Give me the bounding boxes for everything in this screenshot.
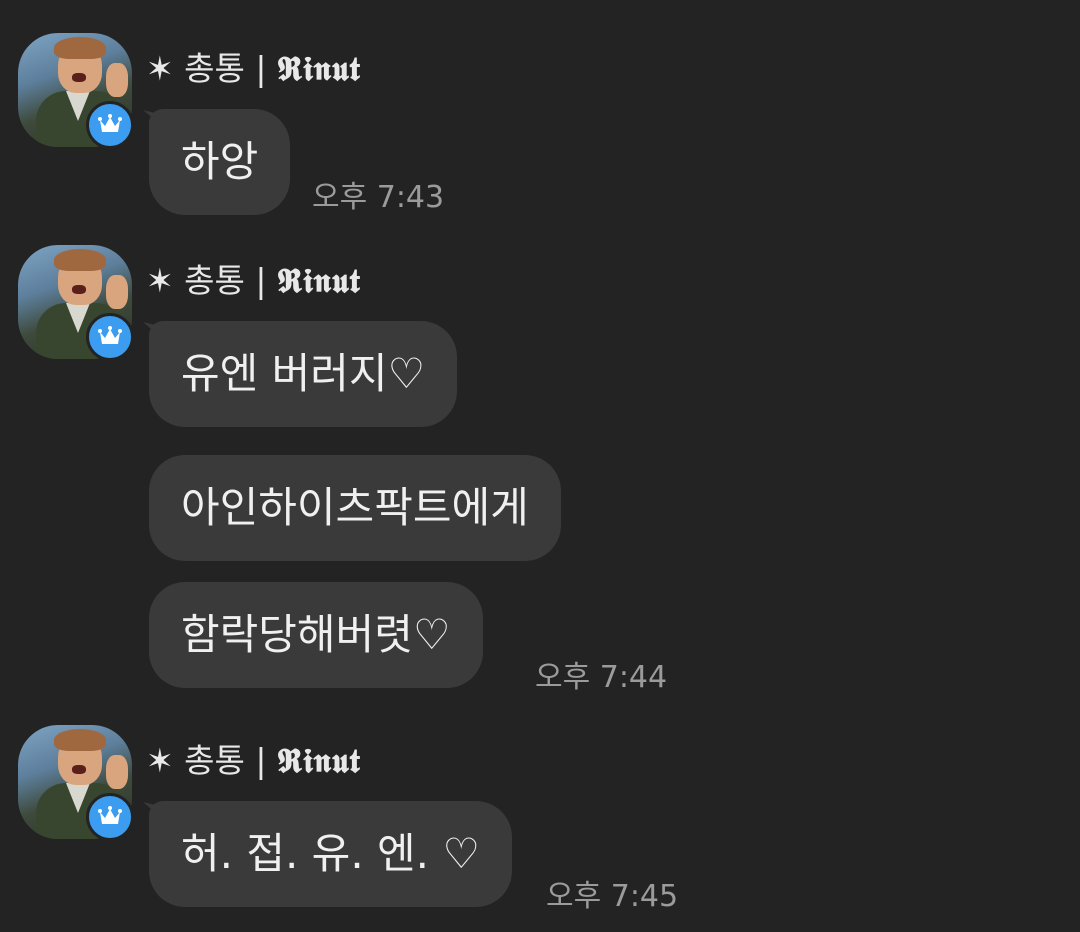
avatar-mouth (72, 765, 86, 774)
crown-icon (98, 806, 122, 824)
sender-name-brand: 𝕽𝖎𝖓𝖚𝖙 (276, 261, 361, 300)
crown-icon (98, 114, 122, 132)
message-bubble[interactable]: 유엔 버러지♡ (149, 321, 458, 427)
sender-name-prefix: ✶ 총통 | (146, 261, 277, 300)
sender-name-prefix: ✶ 총통 | (146, 49, 277, 88)
sender-name-brand: 𝕽𝖎𝖓𝖚𝖙 (276, 49, 361, 88)
crown-badge (86, 793, 134, 841)
avatar-mouth (72, 285, 86, 294)
message-bubble[interactable]: 허. 접. 유. 엔. ♡ (149, 801, 513, 907)
message-time: 오후 7:43 (312, 180, 445, 215)
sender-name: ✶ 총통 | 𝕽𝖎𝖓𝖚𝖙 (146, 261, 361, 301)
avatar-hand (106, 275, 128, 309)
message-bubble[interactable]: 아인하이츠팍트에게 (149, 455, 561, 561)
sender-name-prefix: ✶ 총통 | (146, 741, 277, 780)
crown-icon (98, 326, 122, 344)
message-time: 오후 7:45 (546, 879, 679, 914)
avatar-mouth (72, 73, 86, 82)
sender-name: ✶ 총통 | 𝕽𝖎𝖓𝖚𝖙 (146, 741, 361, 781)
message-bubble[interactable]: 함락당해버렷♡ (149, 582, 483, 688)
message-time: 오후 7:44 (535, 660, 668, 695)
avatar-hair (54, 37, 106, 59)
avatar-hand (106, 63, 128, 97)
crown-badge (86, 101, 134, 149)
avatar-hair (54, 249, 106, 271)
sender-name: ✶ 총통 | 𝕽𝖎𝖓𝖚𝖙 (146, 49, 361, 89)
avatar-hair (54, 729, 106, 751)
crown-badge (86, 313, 134, 361)
avatar-hand (106, 755, 128, 789)
message-bubble[interactable]: 하앙 (149, 109, 291, 215)
sender-name-brand: 𝕽𝖎𝖓𝖚𝖙 (276, 741, 361, 780)
